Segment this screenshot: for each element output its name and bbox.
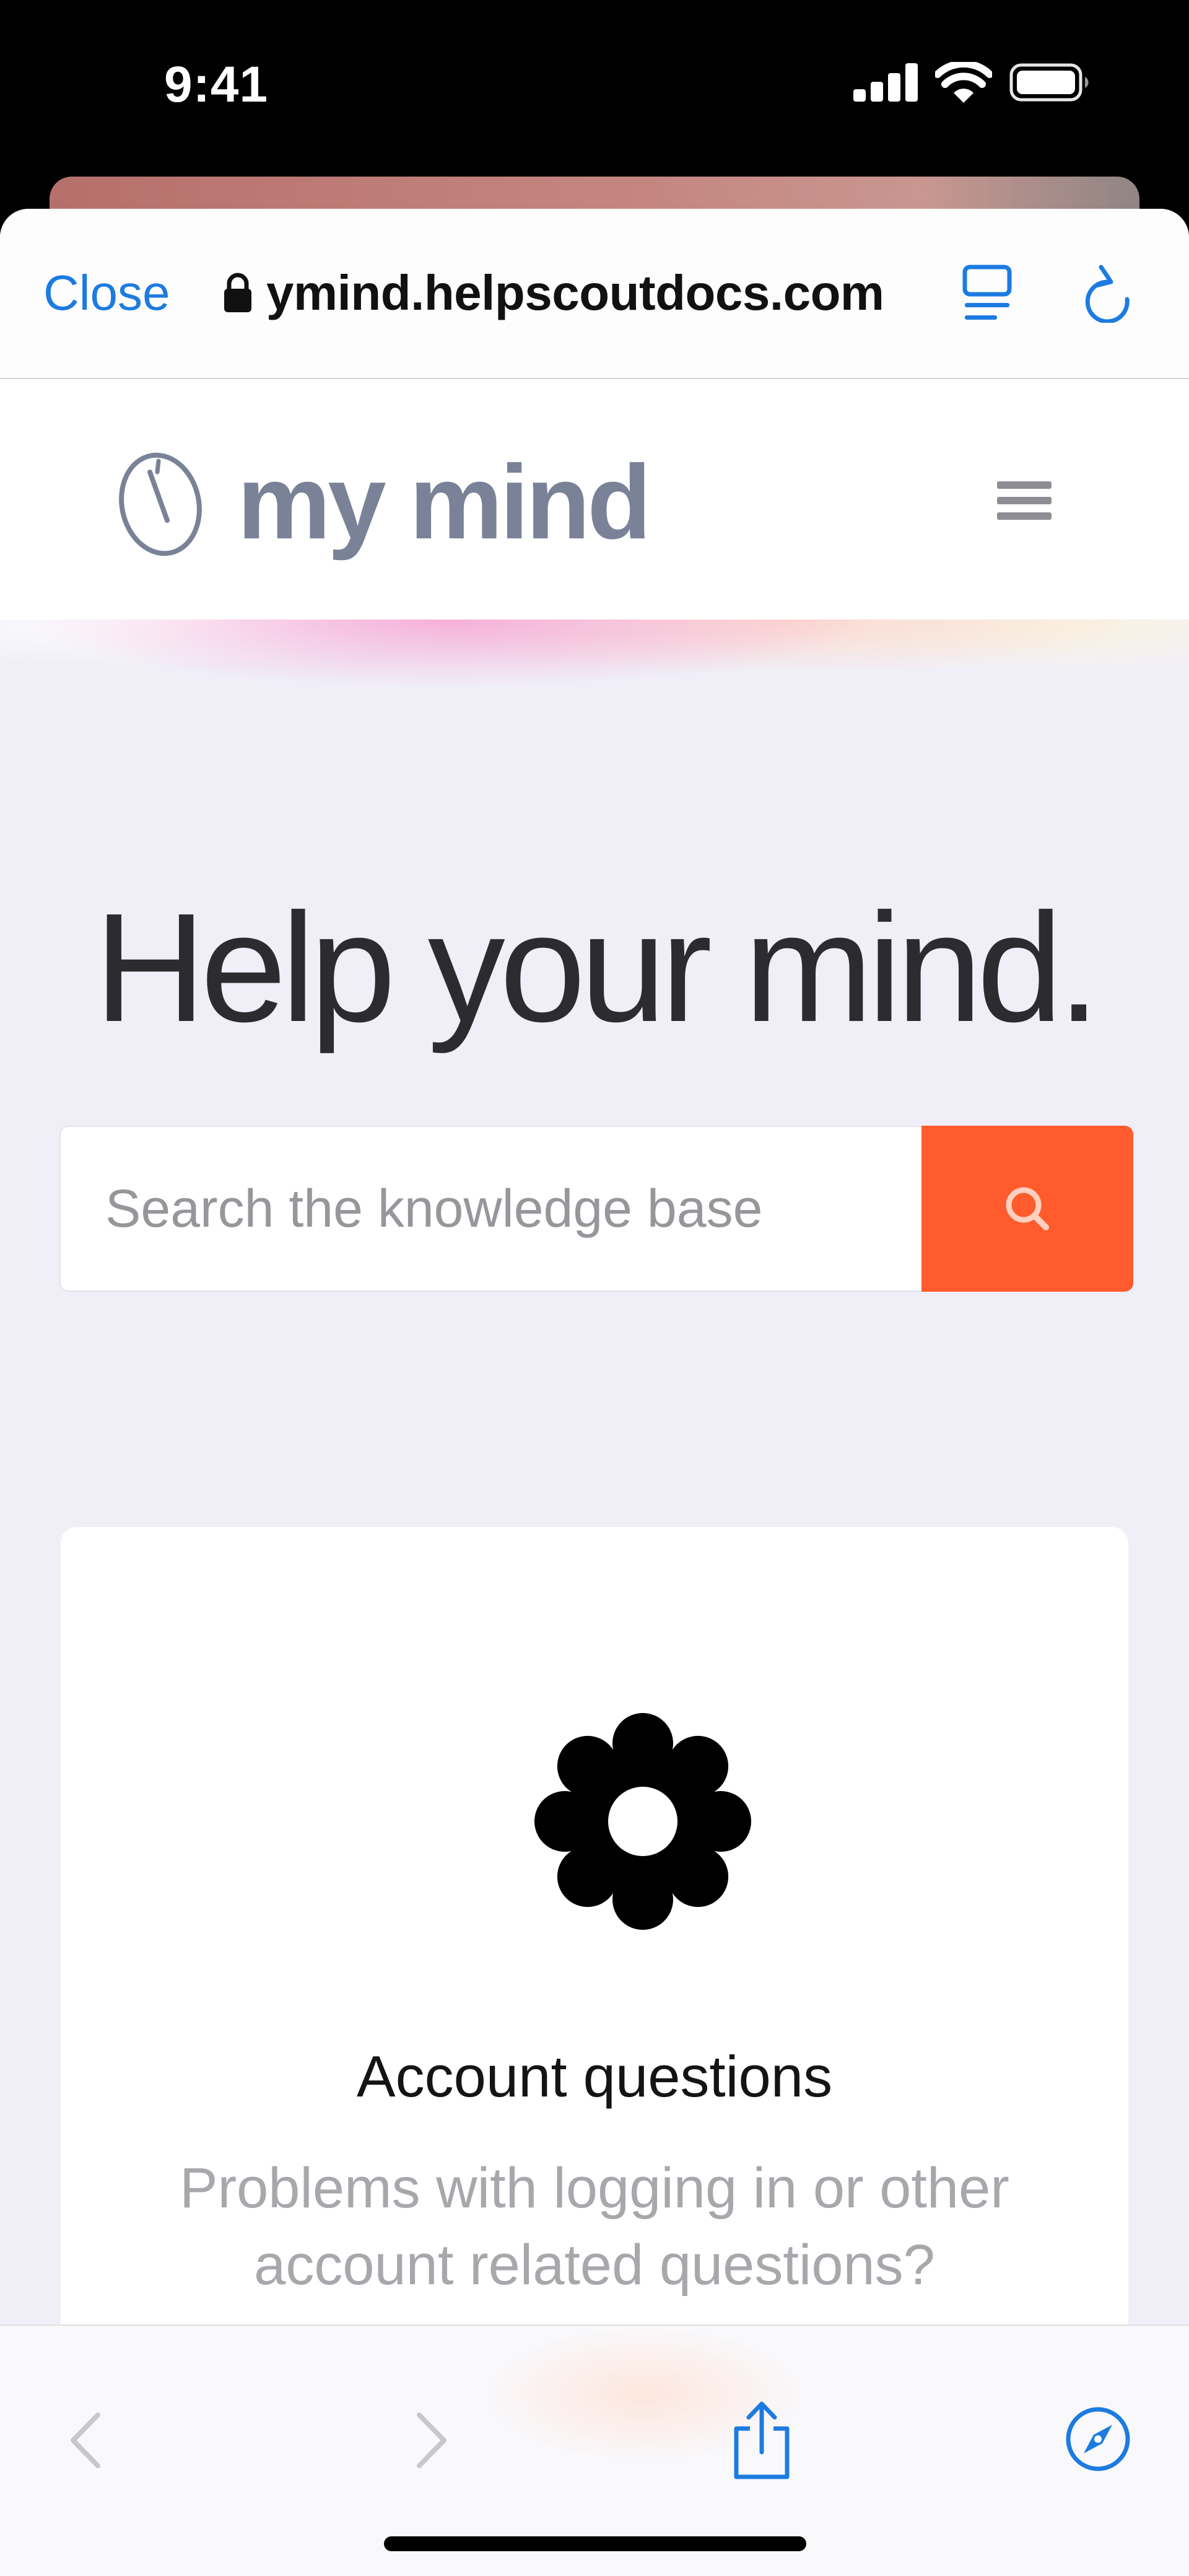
search-input[interactable]: [59, 1126, 921, 1292]
page-title: Help your mind.: [94, 881, 1100, 1054]
search-form: [59, 1126, 1133, 1292]
wifi-icon: [935, 62, 992, 103]
share-icon: [734, 2401, 790, 2479]
home-indicator[interactable]: [384, 2536, 806, 2551]
decorative-gradient: [0, 620, 1189, 712]
site-logo[interactable]: my mind: [118, 444, 651, 561]
card-description: Problems with logging in or other accoun…: [180, 2157, 1009, 2297]
safari-button[interactable]: [1064, 2405, 1132, 2476]
menu-button[interactable]: [997, 481, 1052, 520]
gear-icon: [534, 1713, 751, 1930]
status-icons: [853, 62, 1090, 103]
reader-icon: [962, 265, 1012, 320]
search-icon: [1006, 1187, 1049, 1230]
battery-icon: [1009, 63, 1089, 102]
close-button[interactable]: Close: [43, 265, 170, 322]
back-button[interactable]: [62, 2406, 111, 2477]
reload-button[interactable]: [1082, 263, 1135, 326]
reader-button[interactable]: [961, 263, 1013, 326]
status-time: 9:41: [164, 56, 269, 113]
browser-sheet: Close ymind.helpscoutdocs.com my mind He…: [0, 209, 1189, 2576]
share-button[interactable]: [728, 2400, 796, 2484]
status-bar: 9:41: [0, 0, 1189, 180]
back-icon: [71, 2412, 100, 2468]
card-icon-wrap: [534, 1713, 751, 1933]
logo-clock-icon: [119, 452, 202, 556]
hamburger-icon: [997, 481, 1052, 489]
search-button[interactable]: [921, 1126, 1133, 1292]
signal-icon: [853, 63, 918, 102]
compass-icon: [1066, 2407, 1130, 2471]
url-text: ymind.helpscoutdocs.com: [266, 265, 884, 320]
site-header: my mind: [0, 379, 1189, 620]
card-title: Account questions: [356, 2044, 833, 2109]
reload-icon: [1085, 265, 1130, 324]
url-field[interactable]: ymind.helpscoutdocs.com: [223, 265, 884, 322]
forward-icon: [417, 2412, 446, 2468]
lock-icon: [224, 273, 251, 312]
browser-address-bar: Close ymind.helpscoutdocs.com: [0, 209, 1189, 379]
forward-button[interactable]: [406, 2406, 455, 2477]
logo-text: my mind: [237, 444, 651, 561]
